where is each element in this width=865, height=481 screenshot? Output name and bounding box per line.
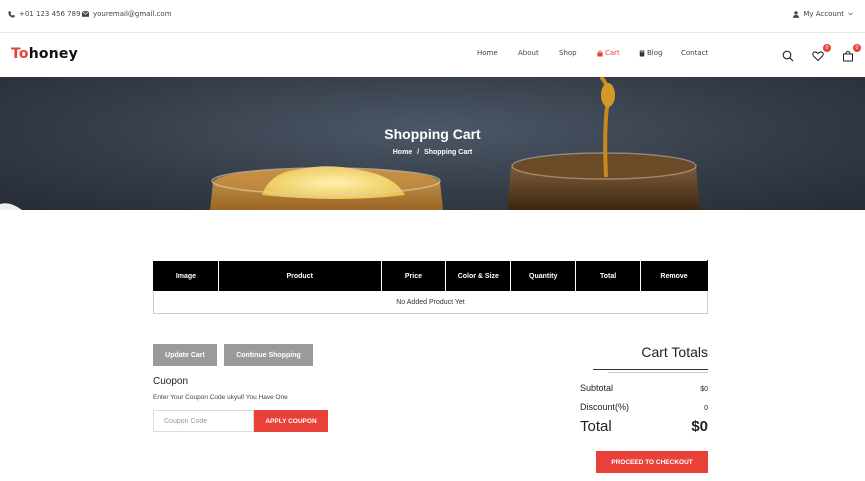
user-icon <box>793 10 800 18</box>
column-header-color-size: Color & Size <box>445 260 512 292</box>
page-title: Shopping Cart <box>384 126 481 142</box>
main-header: Tohoney Home About Shop Cart Blog Contac… <box>0 33 865 77</box>
total-label: Total <box>580 418 612 435</box>
breadcrumb-separator: / <box>417 149 420 156</box>
discount-row: Discount(%) 0 <box>580 402 708 412</box>
continue-shopping-button[interactable]: Continue Shopping <box>224 344 313 366</box>
my-account-dropdown[interactable]: My Account <box>793 10 853 18</box>
column-header-product: Product <box>217 260 382 292</box>
envelope-icon <box>82 11 89 17</box>
breadcrumb-current: Shopping Cart <box>424 149 473 156</box>
book-icon <box>639 50 645 56</box>
discount-value: 0 <box>704 405 708 412</box>
breadcrumb-home[interactable]: Home <box>393 149 412 156</box>
shopping-bag-icon <box>597 49 603 56</box>
main-nav: Home About Shop Cart Blog Contact <box>0 49 865 61</box>
column-header-image: Image <box>153 260 219 292</box>
apply-coupon-button[interactable]: APPLY COUPON <box>254 410 328 432</box>
proceed-to-checkout-button[interactable]: PROCEED TO CHECKOUT <box>596 451 708 473</box>
nav-contact[interactable]: Contact <box>681 49 708 57</box>
subtotal-value: $0 <box>700 386 708 393</box>
nav-shop[interactable]: Shop <box>559 49 577 57</box>
wishlist-button[interactable]: 0 <box>812 44 831 62</box>
phone-icon <box>8 10 15 18</box>
coupon-heading: Cuopon <box>153 376 189 387</box>
empty-cart-message: No Added Product Yet <box>153 291 708 314</box>
email-address: youremail@gmail.com <box>93 10 172 18</box>
breadcrumb: Home / Shopping Cart <box>0 149 865 156</box>
subtotal-label: Subtotal <box>580 383 614 393</box>
nav-blog-label: Blog <box>647 49 663 57</box>
heart-icon <box>812 51 824 62</box>
column-header-price: Price <box>380 260 447 292</box>
nav-blog[interactable]: Blog <box>639 49 662 57</box>
chevron-down-icon <box>848 12 853 16</box>
cart-table: Image Product Price Color & Size Quantit… <box>153 260 708 314</box>
coupon-code-input[interactable] <box>153 410 254 432</box>
shopping-bag-icon <box>843 50 853 62</box>
table-row: No Added Product Yet <box>153 291 708 314</box>
update-cart-button[interactable]: Update Cart <box>153 344 217 366</box>
discount-label: Discount(%) <box>580 402 630 412</box>
cart-totals-divider-secondary <box>608 372 708 373</box>
cart-table-header-row: Image Product Price Color & Size Quantit… <box>153 260 708 292</box>
column-header-total: Total <box>575 260 642 292</box>
topbar-phone[interactable]: +01 123 456 789 <box>8 10 81 18</box>
column-header-quantity: Quantity <box>510 260 577 292</box>
nav-cart-label: Cart <box>605 49 620 57</box>
nav-cart[interactable]: Cart <box>597 49 620 57</box>
banner-honey-jars-image <box>0 77 700 210</box>
nav-about[interactable]: About <box>518 49 539 57</box>
search-button[interactable] <box>782 47 796 62</box>
top-bar: +01 123 456 789 youremail@gmail.com My A… <box>0 0 865 33</box>
my-account-label: My Account <box>803 10 844 18</box>
search-icon <box>782 50 794 62</box>
wishlist-count-badge: 0 <box>823 44 831 52</box>
coupon-description: Enter Your Coupon Code ukyuif You Have O… <box>153 394 288 401</box>
total-value: $0 <box>691 418 708 435</box>
page-banner: Shopping Cart Home / Shopping Cart <box>0 77 865 210</box>
subtotal-row: Subtotal $0 <box>580 383 708 393</box>
cart-totals-heading: Cart Totals <box>641 344 708 360</box>
cart-button[interactable]: 0 <box>842 44 861 62</box>
topbar-email[interactable]: youremail@gmail.com <box>82 10 172 18</box>
cart-count-badge: 0 <box>853 44 861 52</box>
column-header-remove: Remove <box>640 260 708 292</box>
phone-number: +01 123 456 789 <box>19 10 81 18</box>
nav-home[interactable]: Home <box>477 49 498 57</box>
cart-totals-divider <box>593 369 708 370</box>
total-row: Total $0 <box>580 418 708 435</box>
